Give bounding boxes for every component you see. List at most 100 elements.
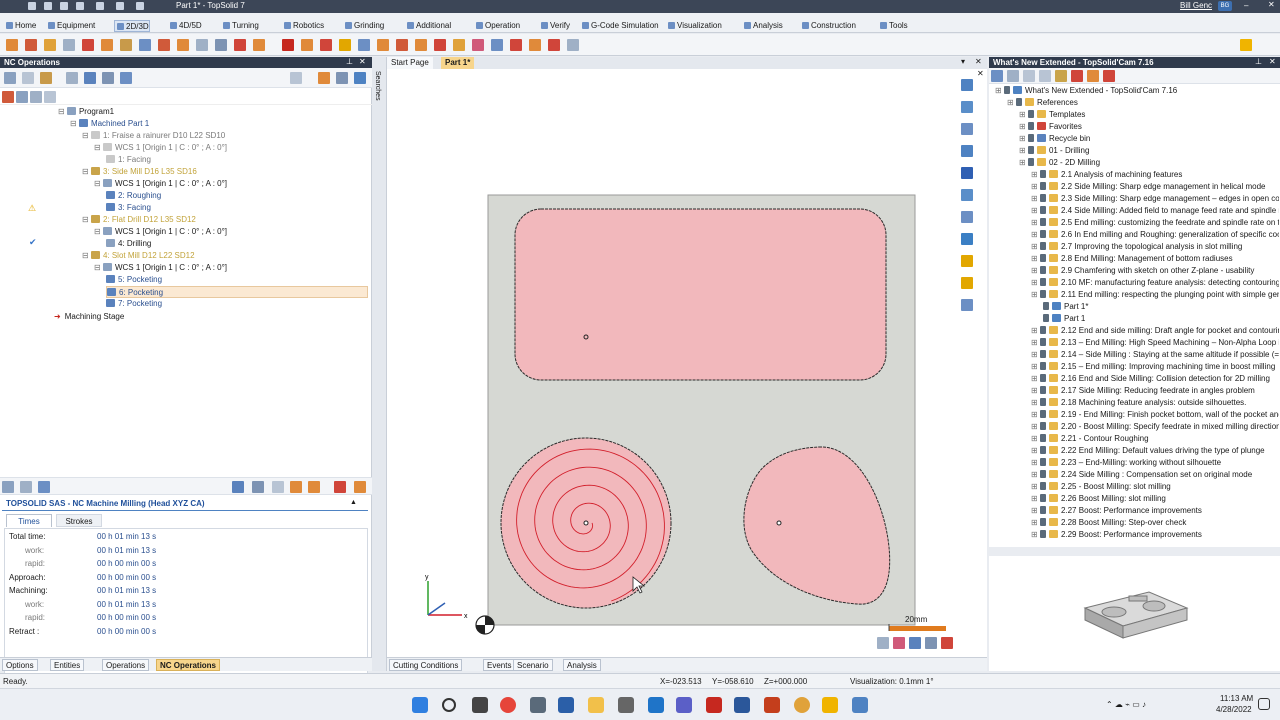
expand-icon[interactable]: ⊟ <box>70 119 79 128</box>
toolbar-icon[interactable] <box>20 481 32 493</box>
ribbon-tool-icon[interactable] <box>44 39 56 51</box>
view-icon[interactable] <box>961 255 973 267</box>
toolbar-icon[interactable] <box>1103 70 1115 82</box>
tool-icon[interactable] <box>941 637 953 649</box>
library-tree-item[interactable]: ⊞ Favorites <box>989 121 1279 133</box>
expand-icon[interactable]: ⊞ <box>1031 374 1040 383</box>
nc-tree-item[interactable]: 7: Pocketing <box>106 298 162 310</box>
expand-icon[interactable]: ⊞ <box>1019 146 1028 155</box>
library-tree-item[interactable]: ⊞ 2.9 Chamfering with sketch on other Z-… <box>989 265 1279 277</box>
menu-home[interactable]: Home <box>4 20 36 32</box>
library-tree-item[interactable]: ⊞ 2.10 MF: manufacturing feature analysi… <box>989 277 1279 289</box>
expand-icon[interactable]: ⊟ <box>94 143 103 152</box>
tab-operations[interactable]: Operations <box>102 659 150 671</box>
expand-icon[interactable]: ⊞ <box>1019 122 1028 131</box>
toolbar-icon[interactable] <box>232 481 244 493</box>
toolbar-icon[interactable] <box>354 481 366 493</box>
expand-icon[interactable]: ⊞ <box>1031 242 1040 251</box>
expand-icon[interactable]: ⊞ <box>1031 290 1040 299</box>
expand-icon[interactable]: ⊞ <box>1031 230 1040 239</box>
toolbar-icon[interactable] <box>30 91 42 103</box>
library-tree-item[interactable]: ⊞ 2.12 End and side milling: Draft angle… <box>989 325 1279 337</box>
view-icon[interactable] <box>961 211 973 223</box>
menu-gcode-simulation[interactable]: G-Code Simulation <box>580 20 659 32</box>
expand-icon[interactable]: ⊞ <box>1031 278 1040 287</box>
calculator-icon[interactable] <box>530 697 546 713</box>
library-tree-item[interactable]: ⊞ 2.18 Machining feature analysis: outsi… <box>989 397 1279 409</box>
menu-2d3d[interactable]: 2D/3D <box>114 20 150 32</box>
library-tree-item[interactable]: ⊞ References <box>989 97 1279 109</box>
toolbar-icon[interactable] <box>120 72 132 84</box>
notifications-icon[interactable] <box>1258 698 1270 710</box>
library-tree-item[interactable]: ⊞ 2.15 – End milling: Improving machinin… <box>989 361 1279 373</box>
expand-icon[interactable]: ⊞ <box>1031 506 1040 515</box>
settings-icon[interactable] <box>618 697 634 713</box>
expand-icon[interactable]: ⊞ <box>1007 98 1016 107</box>
expand-icon[interactable]: ⊞ <box>1031 518 1040 527</box>
library-tree-item[interactable]: ⊞ Templates <box>989 109 1279 121</box>
toolbar-icon[interactable] <box>22 72 34 84</box>
app-icon[interactable] <box>706 697 722 713</box>
nc-tree-item[interactable]: 5: Pocketing <box>106 274 162 286</box>
ribbon-tool-icon[interactable] <box>6 39 18 51</box>
task-view-icon[interactable] <box>472 697 488 713</box>
nc-tree-item[interactable]: ⊟ 2: Flat Drill D12 L35 SD12 <box>82 214 196 226</box>
ribbon-tool-icon[interactable] <box>234 39 246 51</box>
search-icon[interactable] <box>442 698 456 712</box>
toolbar-icon[interactable] <box>38 481 50 493</box>
expand-icon[interactable]: ⊞ <box>1031 482 1040 491</box>
nc-tree-item[interactable]: 4: Drilling <box>106 238 151 250</box>
app-icon[interactable] <box>852 697 868 713</box>
close-panel-icon[interactable]: ✕ <box>359 57 366 66</box>
expand-icon[interactable]: ⊟ <box>82 251 91 260</box>
expand-icon[interactable]: ⊞ <box>1031 254 1040 263</box>
toolbar-icon[interactable] <box>2 91 14 103</box>
view-icon[interactable] <box>961 233 973 245</box>
toolbar-icon[interactable] <box>1071 70 1083 82</box>
nc-tree-item[interactable]: ⊟ WCS 1 [Origin 1 | C : 0° ; A : 0°] <box>94 226 227 238</box>
ribbon-tool-icon[interactable] <box>415 39 427 51</box>
close-doc-icon[interactable]: ✕ <box>975 57 982 66</box>
nc-tree-item[interactable]: 6: Pocketing <box>106 286 368 298</box>
library-tree-item[interactable]: Part 1 <box>989 313 1279 325</box>
library-tree-item[interactable]: ⊞ 2.13 – End Milling: High Speed Machini… <box>989 337 1279 349</box>
menu-visualization[interactable]: Visualization <box>666 20 722 32</box>
new-icon[interactable] <box>44 2 52 10</box>
library-tree-item[interactable]: ⊞ 2.29 Boost: Performance improvements <box>989 529 1279 541</box>
ribbon-tool-icon[interactable] <box>320 39 332 51</box>
tab-analysis[interactable]: Analysis <box>563 659 601 671</box>
tab-options[interactable]: Options <box>2 659 38 671</box>
toolbar-icon[interactable] <box>40 72 52 84</box>
ribbon-tool-icon[interactable] <box>253 39 265 51</box>
outlook-icon[interactable] <box>648 697 664 713</box>
view-icon[interactable] <box>961 167 973 179</box>
library-tree-item[interactable]: ⊞ 2.27 Boost: Performance improvements <box>989 505 1279 517</box>
nc-tree-item[interactable]: ⊟ WCS 1 [Origin 1 | C : 0° ; A : 0°] <box>94 142 227 154</box>
tab-start-page[interactable]: Start Page <box>387 57 433 69</box>
ribbon-tool-icon[interactable] <box>396 39 408 51</box>
app-icon[interactable] <box>794 697 810 713</box>
pin-icon[interactable]: ⊥ <box>346 57 353 66</box>
nc-tree-item[interactable]: ⊟ 3: Side Mill D16 L35 SD16 <box>82 166 197 178</box>
expand-icon[interactable]: ⊟ <box>58 107 67 116</box>
library-tree-item[interactable]: ⊞ 2.2 Side Milling: Sharp edge managemen… <box>989 181 1279 193</box>
library-tree-item[interactable]: ⊞ Recycle bin <box>989 133 1279 145</box>
nc-tree-item[interactable]: ⊟ WCS 1 [Origin 1 | C : 0° ; A : 0°] <box>94 262 227 274</box>
settings-icon[interactable] <box>136 2 144 10</box>
part-drawing[interactable]: y x <box>387 69 987 657</box>
ribbon-tool-icon[interactable] <box>63 39 75 51</box>
library-tree-item[interactable]: ⊞ 2.24 Side Milling : Compensation set o… <box>989 469 1279 481</box>
toolbar-icon[interactable] <box>354 72 366 84</box>
ribbon-tool-icon[interactable] <box>215 39 227 51</box>
ribbon-tool-icon[interactable] <box>491 39 503 51</box>
library-tree-item[interactable]: ⊞ 2.21 - Contour Roughing <box>989 433 1279 445</box>
tool-icon[interactable] <box>893 637 905 649</box>
powerpoint-icon[interactable] <box>764 697 780 713</box>
expand-icon[interactable]: ⊞ <box>1031 386 1040 395</box>
ribbon-tool-icon[interactable] <box>25 39 37 51</box>
library-tree-item[interactable]: ⊞ 2.26 Boost Milling: slot milling <box>989 493 1279 505</box>
nc-tree-item[interactable]: 1: Facing <box>106 154 151 166</box>
menu-tools[interactable]: Tools <box>878 20 908 32</box>
expand-icon[interactable]: ⊞ <box>1031 410 1040 419</box>
teams-icon[interactable] <box>676 697 692 713</box>
